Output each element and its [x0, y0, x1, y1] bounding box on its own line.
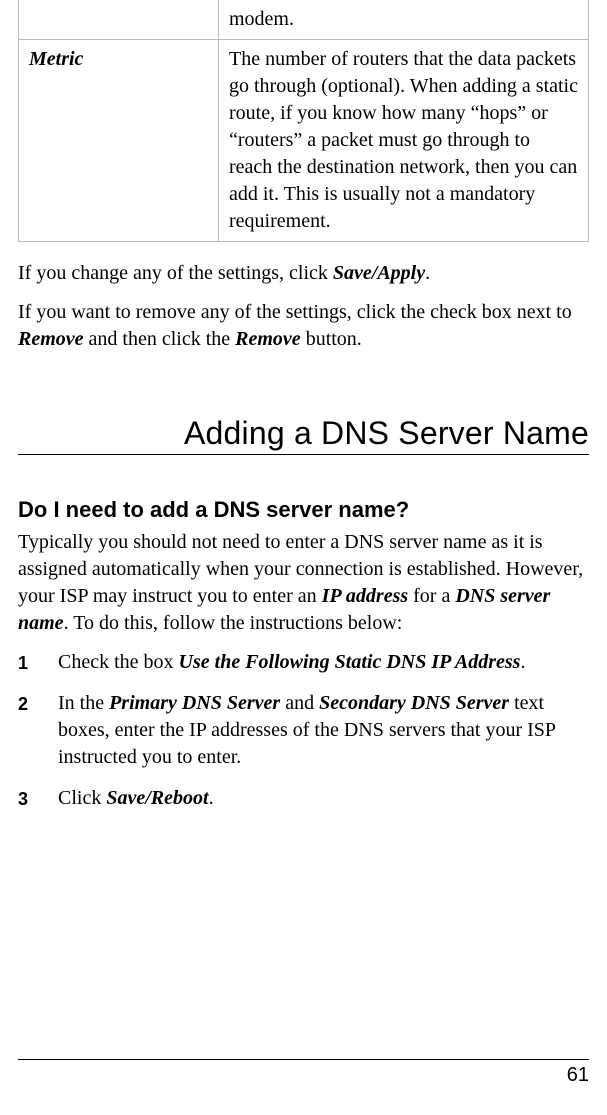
- step-number: 2: [18, 692, 28, 716]
- text-run: Click: [58, 787, 106, 809]
- text-run: .: [520, 651, 525, 673]
- steps-list: 1 Check the box Use the Following Static…: [18, 649, 589, 812]
- table-term-cell: Metric: [19, 40, 219, 242]
- text-run: If you want to remove any of the setting…: [18, 301, 572, 323]
- text-run: button.: [301, 328, 362, 350]
- bold-italic-run: IP address: [322, 585, 408, 607]
- text-run: .: [209, 787, 214, 809]
- sub-heading: Do I need to add a DNS server name?: [18, 497, 589, 523]
- bold-italic-run: Save/Reboot: [106, 787, 208, 809]
- step-number: 1: [18, 651, 28, 675]
- list-item: 1 Check the box Use the Following Static…: [18, 649, 589, 676]
- table-term-cell: [19, 0, 219, 40]
- table-desc-cell: modem.: [219, 0, 589, 40]
- text-run: for a: [408, 585, 455, 607]
- bold-italic-run: Primary DNS Server: [109, 692, 280, 714]
- bold-italic-run: Use the Following Static DNS IP Address: [179, 651, 521, 673]
- page-number: 61: [18, 1064, 589, 1087]
- bold-italic-run: Remove: [18, 328, 84, 350]
- table-row: Metric The number of routers that the da…: [19, 40, 589, 242]
- paragraph-save-apply: If you change any of the settings, click…: [18, 260, 589, 287]
- text-run: and then click the: [84, 328, 236, 350]
- table-row: modem.: [19, 0, 589, 40]
- bold-italic-run: Remove: [235, 328, 301, 350]
- page-footer: 61: [18, 1059, 589, 1087]
- intro-paragraph: Typically you should not need to enter a…: [18, 529, 589, 637]
- text-run: .: [425, 262, 430, 284]
- text-run: In the: [58, 692, 109, 714]
- definition-table: modem. Metric The number of routers that…: [18, 0, 589, 242]
- text-run: Check the box: [58, 651, 179, 673]
- section-title: Adding a DNS Server Name: [18, 415, 589, 455]
- table-desc-cell: The number of routers that the data pack…: [219, 40, 589, 242]
- text-run: If you change any of the settings, click: [18, 262, 333, 284]
- paragraph-remove: If you want to remove any of the setting…: [18, 299, 589, 353]
- step-number: 3: [18, 787, 28, 811]
- list-item: 2 In the Primary DNS Server and Secondar…: [18, 690, 589, 771]
- bold-italic-run: Save/Apply: [333, 262, 425, 284]
- bold-italic-run: Secondary DNS Server: [319, 692, 509, 714]
- text-run: . To do this, follow the instructions be…: [64, 612, 403, 634]
- text-run: and: [280, 692, 319, 714]
- list-item: 3 Click Save/Reboot.: [18, 785, 589, 812]
